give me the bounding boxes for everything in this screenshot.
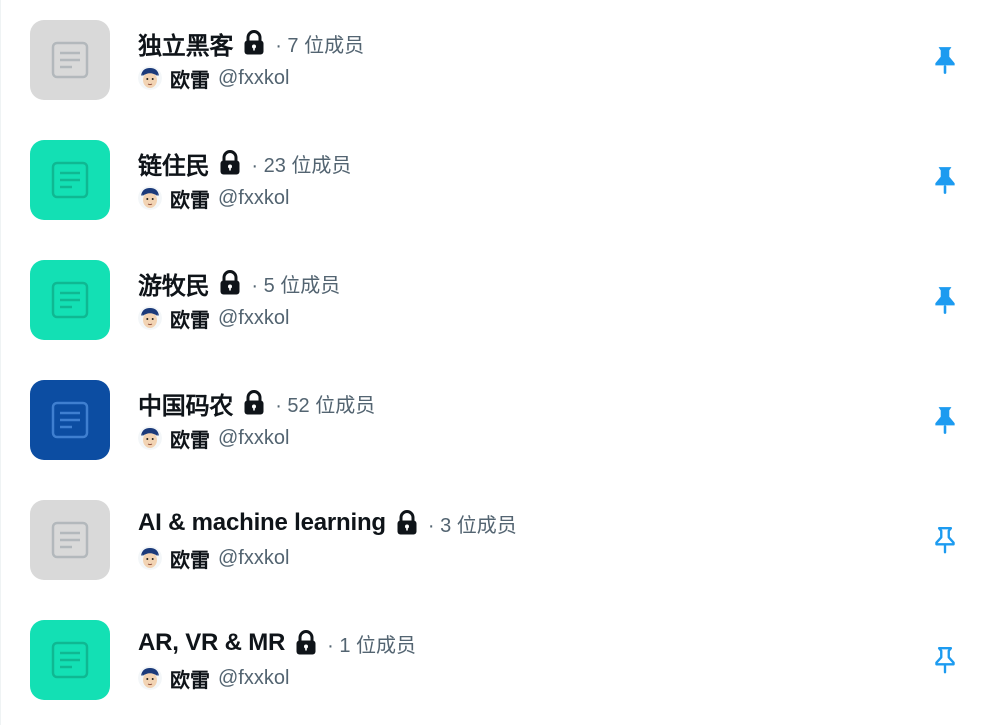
list-name[interactable]: 游牧民: [138, 266, 210, 301]
pin-outline-icon: [935, 527, 955, 554]
list-item[interactable]: AI & machine learning · 3 位成员 欧雷 @fxxkol: [1, 480, 1000, 600]
owner-handle: @fxxkol: [218, 66, 290, 89]
owner-name: 欧雷: [170, 69, 210, 92]
owner-name: 欧雷: [170, 189, 210, 212]
list-name[interactable]: 中国码农: [138, 386, 233, 421]
avatar: [138, 426, 162, 450]
list-title-line: 中国码农 · 52 位成员: [138, 386, 375, 420]
member-count: · 7 位成员: [275, 34, 365, 57]
list-doc-icon: [51, 41, 89, 79]
lock-icon: [243, 390, 265, 416]
lists-page: 独立黑客 · 7 位成员 欧雷 @fxxkol 链住民 · 23 位成员 欧雷 …: [0, 0, 1000, 725]
pin-filled-icon: [935, 287, 955, 314]
list-item[interactable]: 中国码农 · 52 位成员 欧雷 @fxxkol: [1, 360, 1000, 480]
owner-handle: @fxxkol: [218, 306, 290, 329]
pin-button[interactable]: [923, 398, 967, 442]
list-thumbnail: [30, 20, 110, 100]
member-count: · 23 位成员: [251, 154, 352, 177]
pin-filled-icon: [935, 407, 955, 434]
owner-handle: @fxxkol: [218, 186, 290, 209]
list-doc-icon: [51, 641, 89, 679]
list-title-line: AI & machine learning · 3 位成员: [138, 506, 517, 540]
owner-handle: @fxxkol: [218, 426, 290, 449]
avatar: [138, 546, 162, 570]
pin-filled-icon: [935, 47, 955, 74]
owner-name: 欧雷: [170, 429, 210, 452]
list-title-line: AR, VR & MR · 1 位成员: [138, 626, 416, 660]
list-owner: 欧雷 @fxxkol: [138, 304, 289, 332]
list-name[interactable]: AI & machine learning: [138, 509, 386, 537]
pin-outline-icon: [935, 647, 955, 674]
lock-icon: [243, 30, 265, 56]
list-doc-icon: [51, 161, 89, 199]
member-count: · 52 位成员: [275, 394, 376, 417]
list-thumbnail: [30, 140, 110, 220]
owner-name: 欧雷: [170, 309, 210, 332]
list-item[interactable]: AR, VR & MR · 1 位成员 欧雷 @fxxkol: [1, 600, 1000, 720]
list-thumbnail: [30, 620, 110, 700]
list-item[interactable]: 游牧民 · 5 位成员 欧雷 @fxxkol: [1, 240, 1000, 360]
lock-icon: [219, 150, 241, 176]
member-count: · 3 位成员: [427, 514, 517, 537]
list-doc-icon: [51, 521, 89, 559]
list-name[interactable]: 链住民: [138, 146, 210, 181]
list-name[interactable]: AR, VR & MR: [138, 629, 285, 657]
pin-button[interactable]: [923, 158, 967, 202]
lock-icon: [219, 270, 241, 296]
list-owner: 欧雷 @fxxkol: [138, 64, 289, 92]
member-count: · 5 位成员: [251, 274, 341, 297]
list-owner: 欧雷 @fxxkol: [138, 664, 289, 692]
list-thumbnail: [30, 260, 110, 340]
list-title-line: 链住民 · 23 位成员: [138, 146, 351, 180]
list-thumbnail: [30, 380, 110, 460]
pin-button[interactable]: [923, 38, 967, 82]
avatar: [138, 306, 162, 330]
lock-icon: [396, 510, 418, 536]
list-thumbnail: [30, 500, 110, 580]
list-owner: 欧雷 @fxxkol: [138, 424, 289, 452]
pin-button[interactable]: [923, 278, 967, 322]
list-owner: 欧雷 @fxxkol: [138, 544, 289, 572]
owner-name: 欧雷: [170, 669, 210, 692]
lock-icon: [295, 630, 317, 656]
list-item[interactable]: 链住民 · 23 位成员 欧雷 @fxxkol: [1, 120, 1000, 240]
pin-button[interactable]: [923, 638, 967, 682]
avatar: [138, 666, 162, 690]
avatar: [138, 186, 162, 210]
list-item[interactable]: 独立黑客 · 7 位成员 欧雷 @fxxkol: [1, 0, 1000, 120]
pin-filled-icon: [935, 167, 955, 194]
list-title-line: 游牧民 · 5 位成员: [138, 266, 340, 300]
owner-handle: @fxxkol: [218, 546, 290, 569]
list-name[interactable]: 独立黑客: [138, 26, 233, 61]
pin-button[interactable]: [923, 518, 967, 562]
owner-handle: @fxxkol: [218, 666, 290, 689]
list-doc-icon: [51, 401, 89, 439]
avatar: [138, 66, 162, 90]
list-owner: 欧雷 @fxxkol: [138, 184, 289, 212]
owner-name: 欧雷: [170, 549, 210, 572]
list-title-line: 独立黑客 · 7 位成员: [138, 26, 364, 60]
list-doc-icon: [51, 281, 89, 319]
member-count: · 1 位成员: [327, 634, 417, 657]
